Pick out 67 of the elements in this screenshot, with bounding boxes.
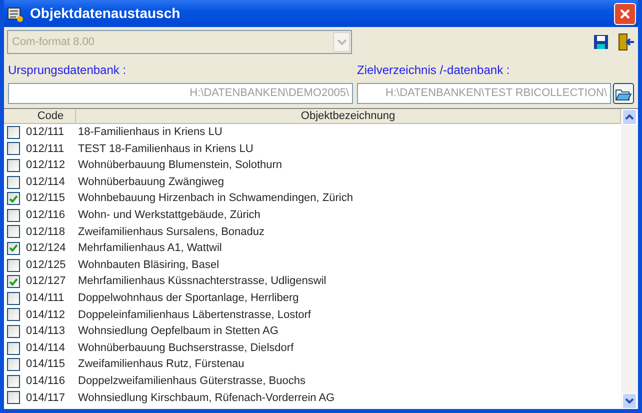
checkbox[interactable] bbox=[7, 158, 20, 172]
checkbox[interactable] bbox=[7, 308, 20, 322]
name-cell-text: TEST 18-Familienhaus in Kriens LU bbox=[78, 142, 254, 157]
name-cell-text: Doppeleinfamilienhaus Läbertenstrasse, Lostorf bbox=[78, 308, 311, 323]
name-cell-text: Wohn- und Werkstattgebäude, Zürich bbox=[78, 208, 260, 224]
code-cell-text: 012/125 bbox=[26, 258, 67, 273]
name-cell-text: Wohnüberbauung Buchserstrasse, Dielsdorf bbox=[78, 340, 294, 356]
code-cell-text: 012/112 bbox=[26, 158, 66, 174]
checkbox[interactable] bbox=[7, 342, 20, 355]
scrollbar[interactable] bbox=[621, 109, 638, 409]
open-folder-icon[interactable] bbox=[613, 83, 634, 104]
checkbox[interactable] bbox=[7, 358, 20, 372]
code-cell-text: 012/116 bbox=[26, 208, 66, 224]
name-cell-text: Zweifamilienhaus Sursalens, Bonaduz bbox=[78, 224, 264, 240]
checkbox[interactable] bbox=[7, 126, 20, 139]
checkbox[interactable] bbox=[7, 192, 20, 206]
code-cell-text: 012/111 bbox=[26, 125, 66, 140]
code-cell-text: 014/115 bbox=[26, 357, 66, 372]
checkbox[interactable] bbox=[7, 208, 20, 222]
name-cell-text: 18-Familienhaus in Kriens LU bbox=[78, 125, 222, 140]
window-title: Objektdatenaustausch bbox=[30, 4, 182, 23]
scroll-down-icon[interactable] bbox=[622, 393, 637, 409]
checkbox[interactable] bbox=[7, 176, 20, 189]
checkbox[interactable] bbox=[7, 374, 20, 388]
code-cell-text: 014/111 bbox=[26, 290, 66, 306]
column-header[interactable]: Code bbox=[26, 109, 76, 124]
code-cell-text: 014/113 bbox=[26, 324, 66, 340]
name-cell-text: Mehrfamilienhaus Küssnachterstrasse, Udligenswil bbox=[78, 274, 326, 290]
name-cell-text: Wohnbauten Bläsiring, Basel bbox=[78, 258, 220, 273]
checkbox[interactable] bbox=[7, 242, 20, 255]
caret-icon bbox=[336, 38, 346, 46]
target-path-field[interactable]: H:\DATENBANKEN\TEST RBICOLLECTION\ bbox=[357, 83, 611, 104]
name-cell-text: Wohnüberbauung Blumenstein, Solothurn bbox=[78, 158, 282, 174]
code-cell-text: 014/117 bbox=[26, 390, 66, 406]
exit-door-icon[interactable] bbox=[617, 33, 635, 51]
app-icon bbox=[6, 4, 24, 22]
name-cell-text: Doppelwohnhaus der Sportanlage, Herrliberg bbox=[78, 290, 299, 306]
code-cell-text: 012/127 bbox=[26, 274, 67, 290]
name-cell-text: Mehrfamilienhaus A1, Wattwil bbox=[78, 241, 222, 256]
scroll-up-icon[interactable] bbox=[622, 109, 637, 125]
name-cell-text: Wohnsiedlung Kirschbaum, Rüfenach-Vorderrein AG bbox=[78, 390, 335, 406]
code-cell-text: 014/114 bbox=[26, 340, 66, 356]
name-cell-text: Wohnbebauung Hirzenbach in Schwamendingen, Zürich bbox=[78, 191, 353, 206]
name-cell-text: Zweifamilienhaus Rutz, Fürstenau bbox=[78, 357, 244, 372]
source-label: Ursprungsdatenbank : bbox=[8, 62, 128, 79]
name-cell-text: Wohnüberbauung Zwängiweg bbox=[78, 174, 224, 190]
code-cell-text: 012/114 bbox=[26, 174, 66, 190]
code-cell-text: 012/115 bbox=[26, 191, 66, 206]
checkbox[interactable] bbox=[7, 225, 20, 238]
checkbox[interactable] bbox=[7, 142, 20, 156]
checkbox[interactable] bbox=[7, 292, 20, 305]
close-button[interactable] bbox=[614, 2, 636, 24]
checkbox[interactable] bbox=[7, 258, 20, 272]
code-cell-text: 012/124 bbox=[26, 241, 67, 256]
code-cell-text: 012/111 bbox=[26, 142, 66, 157]
name-cell-text: Wohnsiedlung Oepfelbaum in Stetten AG bbox=[78, 324, 278, 340]
code-cell-text: 014/112 bbox=[26, 308, 66, 323]
save-icon[interactable] bbox=[593, 34, 609, 50]
name-cell-text: Doppelzweifamilienhaus Güterstrasse, Buochs bbox=[78, 374, 306, 389]
checkbox[interactable] bbox=[7, 275, 20, 288]
checkbox[interactable] bbox=[7, 391, 20, 404]
code-cell-text: 014/116 bbox=[26, 374, 66, 389]
code-cell-text: 012/118 bbox=[26, 224, 66, 240]
source-path-field[interactable]: H:\DATENBANKEN\DEMO2005\ bbox=[8, 83, 353, 104]
target-label: Zielverzeichnis /-datenbank : bbox=[357, 62, 511, 79]
close-icon bbox=[619, 8, 631, 20]
checkbox[interactable] bbox=[7, 324, 20, 338]
